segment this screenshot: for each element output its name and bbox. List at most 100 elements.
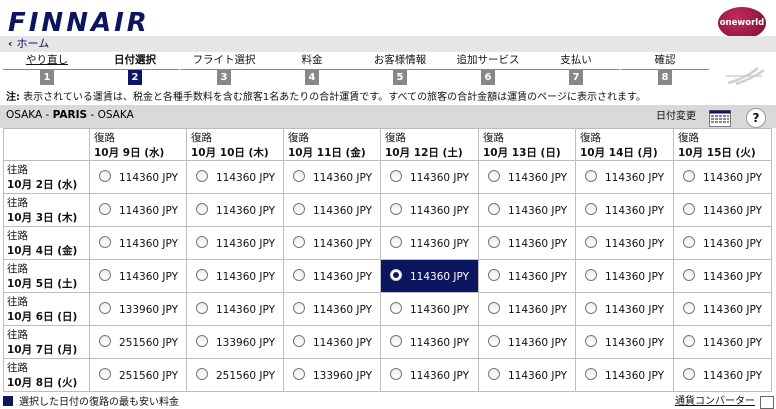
- fare-radio[interactable]: [293, 170, 305, 182]
- fare-cell[interactable]: 114360 JPY: [186, 160, 284, 194]
- step-label[interactable]: やり直し: [3, 53, 91, 68]
- fare-radio[interactable]: [683, 236, 695, 248]
- fare-radio[interactable]: [683, 368, 695, 380]
- fare-cell[interactable]: 114360 JPY: [283, 160, 381, 194]
- fare-cell[interactable]: 114360 JPY: [89, 193, 187, 227]
- fare-cell[interactable]: 133960 JPY: [89, 292, 187, 326]
- fare-radio[interactable]: [585, 335, 597, 347]
- fare-cell[interactable]: 114360 JPY: [575, 259, 674, 293]
- fare-radio[interactable]: [488, 236, 500, 248]
- fare-cell[interactable]: 114360 JPY: [89, 160, 187, 194]
- fare-radio[interactable]: [683, 203, 695, 215]
- fare-cell[interactable]: 114360 JPY: [380, 292, 479, 326]
- fare-cell[interactable]: 114360 JPY: [89, 226, 187, 260]
- fare-radio[interactable]: [683, 335, 695, 347]
- fare-radio[interactable]: [585, 236, 597, 248]
- fare-radio[interactable]: [488, 269, 500, 281]
- fare-radio[interactable]: [488, 302, 500, 314]
- fare-cell[interactable]: 114360 JPY: [283, 325, 381, 359]
- fare-cell[interactable]: 114360 JPY: [283, 193, 381, 227]
- fare-radio[interactable]: [390, 368, 402, 380]
- fare-radio[interactable]: [99, 335, 111, 347]
- fare-cell[interactable]: 114360 JPY: [575, 358, 674, 392]
- fare-cell[interactable]: 114360 JPY: [478, 193, 576, 227]
- fare-radio[interactable]: [196, 335, 208, 347]
- fare-cell[interactable]: 114360 JPY: [673, 358, 772, 392]
- fare-radio[interactable]: [99, 236, 111, 248]
- fare-cell[interactable]: 114360 JPY: [673, 325, 772, 359]
- fare-cell-selected[interactable]: 114360 JPY: [380, 259, 479, 293]
- fare-cell[interactable]: 114360 JPY: [380, 193, 479, 227]
- fare-cell[interactable]: 114360 JPY: [186, 259, 284, 293]
- fare-radio[interactable]: [196, 302, 208, 314]
- calendar-icon[interactable]: [709, 110, 731, 127]
- fare-radio[interactable]: [488, 335, 500, 347]
- fare-cell[interactable]: 114360 JPY: [283, 292, 381, 326]
- fare-cell[interactable]: 114360 JPY: [380, 325, 479, 359]
- fare-cell[interactable]: 114360 JPY: [673, 292, 772, 326]
- fare-radio[interactable]: [99, 170, 111, 182]
- fare-cell[interactable]: 114360 JPY: [478, 292, 576, 326]
- fare-cell[interactable]: 114360 JPY: [575, 193, 674, 227]
- fare-radio[interactable]: [99, 302, 111, 314]
- fare-radio[interactable]: [585, 203, 597, 215]
- finnair-logo[interactable]: FINNAIR: [8, 10, 150, 36]
- fare-cell[interactable]: 114360 JPY: [380, 160, 479, 194]
- fare-radio[interactable]: [293, 269, 305, 281]
- fare-cell[interactable]: 114360 JPY: [283, 226, 381, 260]
- fare-cell[interactable]: 114360 JPY: [478, 259, 576, 293]
- date-change-label[interactable]: 日付変更: [656, 111, 696, 123]
- fare-cell[interactable]: 114360 JPY: [283, 259, 381, 293]
- fare-cell[interactable]: 251560 JPY: [89, 325, 187, 359]
- fare-cell[interactable]: 114360 JPY: [673, 193, 772, 227]
- fare-radio[interactable]: [99, 269, 111, 281]
- fare-cell[interactable]: 114360 JPY: [380, 226, 479, 260]
- fare-cell[interactable]: 114360 JPY: [186, 292, 284, 326]
- fare-radio[interactable]: [585, 269, 597, 281]
- fare-radio[interactable]: [585, 302, 597, 314]
- fare-radio[interactable]: [390, 203, 402, 215]
- fare-radio[interactable]: [390, 170, 402, 182]
- home-link[interactable]: ‹ ホーム: [8, 36, 49, 52]
- fare-radio[interactable]: [196, 236, 208, 248]
- fare-radio[interactable]: [196, 269, 208, 281]
- fare-cell[interactable]: 114360 JPY: [478, 325, 576, 359]
- fare-radio[interactable]: [683, 302, 695, 314]
- fare-cell[interactable]: 114360 JPY: [478, 226, 576, 260]
- fare-cell[interactable]: 114360 JPY: [673, 226, 772, 260]
- fare-radio[interactable]: [293, 236, 305, 248]
- fare-radio[interactable]: [293, 203, 305, 215]
- currency-converter-link[interactable]: 通貨コンバーター: [675, 396, 755, 408]
- fare-radio[interactable]: [488, 368, 500, 380]
- fare-radio[interactable]: [390, 302, 402, 314]
- fare-radio[interactable]: [99, 203, 111, 215]
- fare-cell[interactable]: 114360 JPY: [575, 226, 674, 260]
- fare-cell[interactable]: 114360 JPY: [673, 259, 772, 293]
- fare-cell[interactable]: 114360 JPY: [89, 259, 187, 293]
- fare-radio[interactable]: [293, 368, 305, 380]
- fare-radio[interactable]: [683, 170, 695, 182]
- fare-cell[interactable]: 133960 JPY: [186, 325, 284, 359]
- fare-cell[interactable]: 114360 JPY: [186, 226, 284, 260]
- fare-radio[interactable]: [488, 170, 500, 182]
- fare-cell[interactable]: 114360 JPY: [478, 358, 576, 392]
- help-button[interactable]: ?: [746, 108, 766, 128]
- fare-cell[interactable]: 114360 JPY: [673, 160, 772, 194]
- fare-radio[interactable]: [293, 302, 305, 314]
- fare-cell[interactable]: 251560 JPY: [89, 358, 187, 392]
- fare-radio[interactable]: [99, 368, 111, 380]
- fare-cell[interactable]: 133960 JPY: [283, 358, 381, 392]
- step-1[interactable]: やり直し 1: [3, 53, 91, 85]
- fare-radio[interactable]: [293, 335, 305, 347]
- fare-radio[interactable]: [390, 236, 402, 248]
- fare-cell[interactable]: 114360 JPY: [478, 160, 576, 194]
- popup-window-icon[interactable]: [760, 396, 774, 409]
- fare-cell[interactable]: 114360 JPY: [575, 325, 674, 359]
- fare-cell[interactable]: 114360 JPY: [575, 160, 674, 194]
- fare-cell[interactable]: 114360 JPY: [380, 358, 479, 392]
- fare-radio[interactable]: [683, 269, 695, 281]
- fare-radio[interactable]: [196, 368, 208, 380]
- fare-radio[interactable]: [390, 269, 402, 281]
- fare-radio[interactable]: [585, 170, 597, 182]
- fare-cell[interactable]: 251560 JPY: [186, 358, 284, 392]
